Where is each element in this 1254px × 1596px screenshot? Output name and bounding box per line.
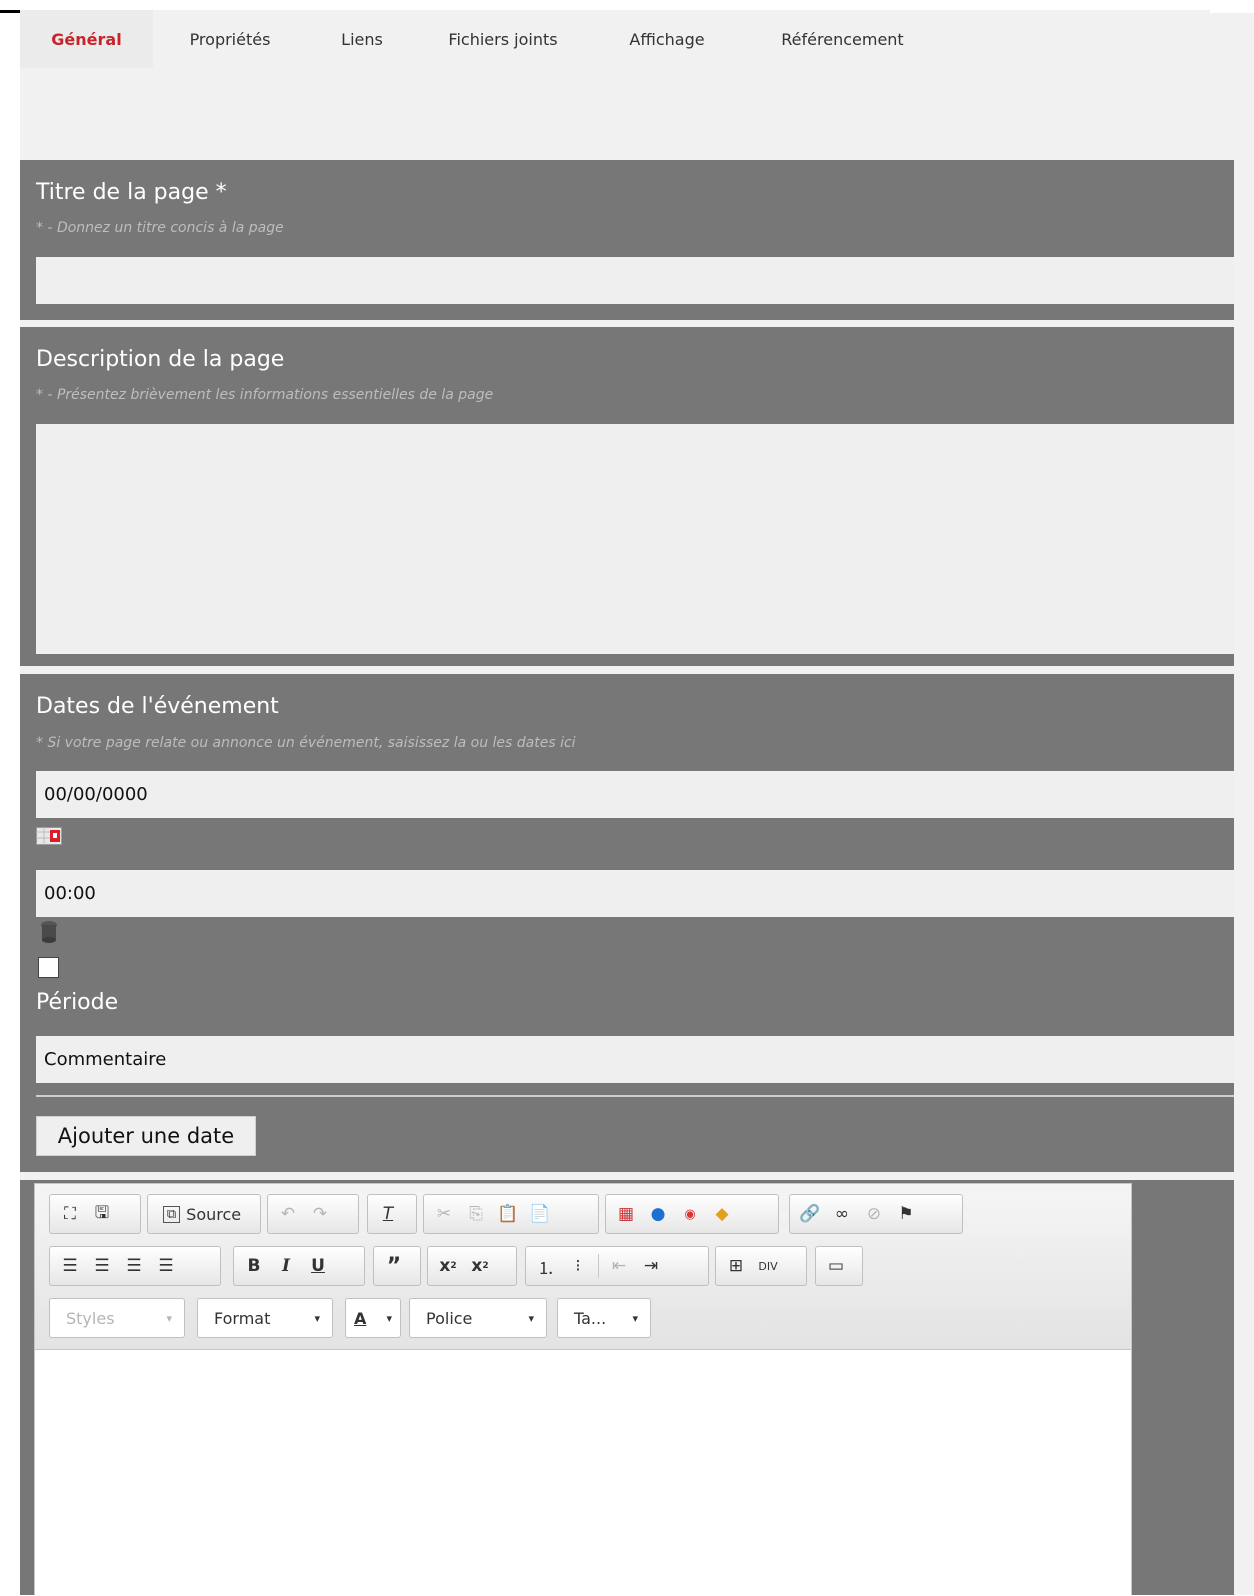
outdent-icon[interactable]: ⇤ [603, 1250, 635, 1282]
image-icon[interactable]: ▦ [610, 1198, 642, 1230]
save-icon[interactable]: 🖫 [86, 1198, 118, 1230]
redo-icon[interactable]: ↷ [304, 1198, 336, 1230]
toolbar-group-links: 🔗 ∞ ⊘ ⚑ [789, 1194, 963, 1234]
bulleted-list-icon[interactable]: ⁝ [562, 1250, 594, 1282]
indent-icon[interactable]: ⇥ [635, 1250, 667, 1282]
chevron-down-icon: ▾ [166, 1311, 172, 1325]
maximize-icon[interactable]: ⛶ [54, 1198, 86, 1230]
clock-icon[interactable] [38, 920, 60, 944]
description-section: Description de la page * - Présentez bri… [20, 327, 1234, 666]
title-section: Titre de la page * * - Donnez un titre c… [20, 160, 1234, 320]
font-label: Police [426, 1308, 473, 1328]
font-dropdown[interactable]: Police ▾ [409, 1298, 547, 1338]
toolbar-group-lists: ⒈ ⁝ ⇤ ⇥ [525, 1246, 709, 1286]
align-right-icon[interactable]: ☰ [118, 1250, 150, 1282]
toolbar-group-style: B I U [233, 1246, 365, 1286]
tab-bar-filler [940, 10, 1210, 68]
page: Général Propriétés Liens Fichiers joints… [0, 0, 1254, 1596]
copy-icon[interactable]: ⎘ [460, 1198, 492, 1230]
paste-text-icon[interactable]: 📄 [524, 1198, 556, 1230]
toolbar-group-template: ▭ [815, 1246, 863, 1286]
dates-label: Dates de l'événement [36, 694, 279, 719]
text-color-icon: A [354, 1308, 367, 1328]
justify-icon[interactable]: ☰ [150, 1250, 182, 1282]
description-hint: * - Présentez brièvement les information… [36, 387, 494, 403]
divider [36, 1095, 1234, 1097]
subscript-icon[interactable]: x2 [432, 1250, 464, 1282]
period-checkbox[interactable] [38, 957, 59, 978]
template-icon[interactable]: ▭ [820, 1250, 852, 1282]
tab-proprietes[interactable]: Propriétés [153, 10, 307, 68]
add-date-button[interactable]: Ajouter une date [36, 1116, 256, 1156]
remove-format-icon[interactable]: T [372, 1198, 404, 1230]
chevron-down-icon: ▾ [528, 1311, 534, 1325]
toolbar-group-clipboard: ✂ ⎘ 📋 📄 [423, 1194, 599, 1234]
toolbar-group-media: ▦ ● ◉ ◆ [605, 1194, 779, 1234]
event-date-input[interactable] [36, 771, 1234, 818]
tab-liens[interactable]: Liens [307, 10, 417, 68]
page-title-input[interactable] [36, 257, 1234, 304]
photo-icon[interactable]: ◉ [674, 1198, 706, 1230]
source-label: Source [186, 1204, 242, 1224]
separator [598, 1254, 599, 1278]
styles-dropdown[interactable]: Styles ▾ [49, 1298, 185, 1338]
align-center-icon[interactable]: ☰ [86, 1250, 118, 1282]
toolbar-group-script: x2 x2 [427, 1246, 517, 1286]
editor-toolbar: ⛶ 🖫 ⧉ Source ↶ ↷ T ✂ ⎘ 📋 📄 ▦ ● ◉ ◆ 🔗 ∞ ⊘… [35, 1184, 1131, 1350]
link-icon[interactable]: 🔗 [794, 1198, 826, 1230]
page-description-textarea[interactable] [36, 424, 1234, 654]
toolbar-group-format: T [367, 1194, 417, 1234]
dates-hint: * Si votre page relate ou annonce un évé… [36, 735, 576, 751]
format-dropdown[interactable]: Format ▾ [197, 1298, 333, 1338]
blockquote-icon[interactable]: ” [378, 1250, 410, 1282]
dates-section: Dates de l'événement * Si votre page rel… [20, 674, 1234, 1172]
title-label: Titre de la page * [36, 180, 227, 205]
event-time-input[interactable] [36, 870, 1234, 917]
font-size-label: Ta... [574, 1308, 607, 1328]
superscript-icon[interactable]: x2 [464, 1250, 496, 1282]
toolbar-group-table: ⊞ DIV [715, 1246, 807, 1286]
paste-icon[interactable]: 📋 [492, 1198, 524, 1230]
unlink-icon[interactable]: ⊘ [858, 1198, 890, 1230]
italic-icon[interactable]: I [270, 1250, 302, 1282]
tab-bar: Général Propriétés Liens Fichiers joints… [20, 10, 1210, 68]
cut-icon[interactable]: ✂ [428, 1198, 460, 1230]
rich-text-editor: ⛶ 🖫 ⧉ Source ↶ ↷ T ✂ ⎘ 📋 📄 ▦ ● ◉ ◆ 🔗 ∞ ⊘… [34, 1183, 1132, 1596]
div-container-icon[interactable]: DIV [752, 1250, 784, 1282]
numbered-list-icon[interactable]: ⒈ [530, 1250, 562, 1282]
title-hint: * - Donnez un titre concis à la page [36, 220, 284, 236]
toolbar-group-document: ⛶ 🖫 [49, 1194, 141, 1234]
styles-label: Styles [66, 1308, 115, 1328]
chevron-down-icon: ▾ [632, 1311, 638, 1325]
toolbar-group-align: ☰ ☰ ☰ ☰ [49, 1246, 221, 1286]
source-button[interactable]: ⧉ Source [152, 1198, 252, 1230]
description-label: Description de la page [36, 347, 285, 372]
bold-icon[interactable]: B [238, 1250, 270, 1282]
underline-icon[interactable]: U [302, 1250, 334, 1282]
source-icon: ⧉ [162, 1205, 181, 1223]
anchor-flag-icon[interactable]: ⚑ [890, 1198, 922, 1230]
chevron-down-icon: ▾ [314, 1311, 320, 1325]
chain-icon[interactable]: ∞ [826, 1198, 858, 1230]
toolbar-group-undo: ↶ ↷ [267, 1194, 359, 1234]
editor-content-area[interactable] [35, 1350, 1131, 1596]
align-left-icon[interactable]: ☰ [54, 1250, 86, 1282]
tab-referencement[interactable]: Référencement [745, 10, 940, 68]
table-icon[interactable]: ⊞ [720, 1250, 752, 1282]
calendar-icon[interactable] [36, 827, 62, 845]
tab-general[interactable]: Général [20, 10, 153, 68]
toolbar-group-quote: ” [373, 1246, 421, 1286]
format-label: Format [214, 1308, 271, 1328]
toolbar-group-source: ⧉ Source [147, 1194, 261, 1234]
comment-input[interactable] [36, 1036, 1234, 1083]
globe-icon[interactable]: ● [642, 1198, 674, 1230]
undo-icon[interactable]: ↶ [272, 1198, 304, 1230]
chevron-down-icon: ▾ [386, 1311, 392, 1325]
tab-fichiers-joints[interactable]: Fichiers joints [417, 10, 589, 68]
period-label: Période [36, 990, 119, 1015]
tab-affichage[interactable]: Affichage [589, 10, 745, 68]
font-size-dropdown[interactable]: Ta... ▾ [557, 1298, 651, 1338]
text-color-dropdown[interactable]: A ▾ [345, 1298, 401, 1338]
widget-icon[interactable]: ◆ [706, 1198, 738, 1230]
